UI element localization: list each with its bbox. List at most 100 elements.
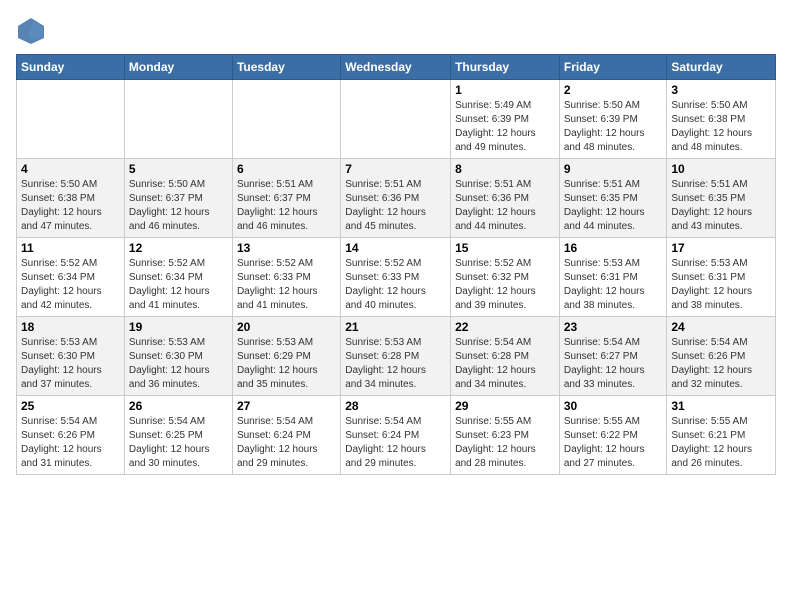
- column-header-thursday: Thursday: [451, 55, 560, 80]
- day-number: 14: [345, 241, 446, 255]
- day-info: Sunrise: 5:53 AM Sunset: 6:30 PM Dayligh…: [21, 336, 120, 392]
- page-header: [16, 16, 776, 46]
- calendar-cell: 23 Sunrise: 5:54 AM Sunset: 6:27 PM Dayli…: [559, 317, 667, 396]
- week-row-4: 18 Sunrise: 5:53 AM Sunset: 6:30 PM Dayli…: [17, 317, 776, 396]
- day-info: Sunrise: 5:50 AM Sunset: 6:38 PM Dayligh…: [671, 99, 771, 155]
- day-number: 22: [455, 320, 555, 334]
- calendar-body: 1 Sunrise: 5:49 AM Sunset: 6:39 PM Daylig…: [17, 80, 776, 475]
- calendar-cell: 25 Sunrise: 5:54 AM Sunset: 6:26 PM Dayli…: [17, 396, 125, 475]
- calendar-cell: 14 Sunrise: 5:52 AM Sunset: 6:33 PM Dayli…: [341, 238, 451, 317]
- day-info: Sunrise: 5:52 AM Sunset: 6:32 PM Dayligh…: [455, 257, 555, 313]
- calendar-header: SundayMondayTuesdayWednesdayThursdayFrid…: [17, 55, 776, 80]
- day-info: Sunrise: 5:55 AM Sunset: 6:23 PM Dayligh…: [455, 415, 555, 471]
- calendar-cell: 28Sunrise: 5:54 AM Sunset: 6:24 PM Dayli…: [341, 396, 451, 475]
- calendar-cell: 3 Sunrise: 5:50 AM Sunset: 6:38 PM Daylig…: [667, 80, 776, 159]
- calendar-cell: 29 Sunrise: 5:55 AM Sunset: 6:23 PM Dayli…: [451, 396, 560, 475]
- day-number: 23: [564, 320, 663, 334]
- day-info: Sunrise: 5:50 AM Sunset: 6:39 PM Dayligh…: [564, 99, 663, 155]
- calendar-table: SundayMondayTuesdayWednesdayThursdayFrid…: [16, 54, 776, 475]
- calendar-cell: 13Sunrise: 5:52 AM Sunset: 6:33 PM Dayli…: [232, 238, 340, 317]
- week-row-2: 4 Sunrise: 5:50 AM Sunset: 6:38 PM Daylig…: [17, 159, 776, 238]
- day-info: Sunrise: 5:50 AM Sunset: 6:38 PM Dayligh…: [21, 178, 120, 234]
- calendar-cell: 6Sunrise: 5:51 AM Sunset: 6:37 PM Daylig…: [232, 159, 340, 238]
- day-info: Sunrise: 5:53 AM Sunset: 6:31 PM Dayligh…: [671, 257, 771, 313]
- day-number: 10: [671, 162, 771, 176]
- day-info: Sunrise: 5:54 AM Sunset: 6:27 PM Dayligh…: [564, 336, 663, 392]
- day-number: 27: [237, 399, 336, 413]
- day-number: 7: [345, 162, 446, 176]
- column-header-saturday: Saturday: [667, 55, 776, 80]
- day-info: Sunrise: 5:52 AM Sunset: 6:33 PM Dayligh…: [345, 257, 446, 313]
- day-info: Sunrise: 5:55 AM Sunset: 6:21 PM Dayligh…: [671, 415, 771, 471]
- day-number: 15: [455, 241, 555, 255]
- day-number: 2: [564, 83, 663, 97]
- calendar-cell: 11Sunrise: 5:52 AM Sunset: 6:34 PM Dayli…: [17, 238, 125, 317]
- day-number: 24: [671, 320, 771, 334]
- calendar-cell: 15 Sunrise: 5:52 AM Sunset: 6:32 PM Dayli…: [451, 238, 560, 317]
- day-number: 1: [455, 83, 555, 97]
- day-info: Sunrise: 5:49 AM Sunset: 6:39 PM Dayligh…: [455, 99, 555, 155]
- day-number: 21: [345, 320, 446, 334]
- day-info: Sunrise: 5:51 AM Sunset: 6:36 PM Dayligh…: [345, 178, 446, 234]
- day-info: Sunrise: 5:52 AM Sunset: 6:34 PM Dayligh…: [129, 257, 228, 313]
- column-header-tuesday: Tuesday: [232, 55, 340, 80]
- calendar-cell: 17 Sunrise: 5:53 AM Sunset: 6:31 PM Dayli…: [667, 238, 776, 317]
- calendar-cell: 21 Sunrise: 5:53 AM Sunset: 6:28 PM Dayli…: [341, 317, 451, 396]
- calendar-cell: 24 Sunrise: 5:54 AM Sunset: 6:26 PM Dayli…: [667, 317, 776, 396]
- column-header-friday: Friday: [559, 55, 667, 80]
- day-number: 30: [564, 399, 663, 413]
- calendar-cell: 10Sunrise: 5:51 AM Sunset: 6:35 PM Dayli…: [667, 159, 776, 238]
- day-info: Sunrise: 5:51 AM Sunset: 6:35 PM Dayligh…: [564, 178, 663, 234]
- calendar-cell: 5 Sunrise: 5:50 AM Sunset: 6:37 PM Daylig…: [124, 159, 232, 238]
- day-number: 20: [237, 320, 336, 334]
- day-number: 5: [129, 162, 228, 176]
- day-number: 19: [129, 320, 228, 334]
- day-number: 29: [455, 399, 555, 413]
- day-number: 4: [21, 162, 120, 176]
- calendar-cell: 12 Sunrise: 5:52 AM Sunset: 6:34 PM Dayli…: [124, 238, 232, 317]
- day-info: Sunrise: 5:53 AM Sunset: 6:28 PM Dayligh…: [345, 336, 446, 392]
- week-row-3: 11 Sunrise: 5:52 AM Sunset: 6:34 PM Dayli…: [17, 238, 776, 317]
- calendar-cell: 1 Sunrise: 5:49 AM Sunset: 6:39 PM Daylig…: [451, 80, 560, 159]
- day-info: Sunrise: 5:55 AM Sunset: 6:22 PM Dayligh…: [564, 415, 663, 471]
- logo: [16, 16, 50, 46]
- day-info: Sunrise: 5:54 AM Sunset: 6:28 PM Dayligh…: [455, 336, 555, 392]
- week-row-1: 1 Sunrise: 5:49 AM Sunset: 6:39 PM Daylig…: [17, 80, 776, 159]
- day-number: 25: [21, 399, 120, 413]
- day-info: Sunrise: 5:54 AM Sunset: 6:26 PM Dayligh…: [671, 336, 771, 392]
- calendar-cell: [124, 80, 232, 159]
- day-number: 18: [21, 320, 120, 334]
- day-number: 17: [671, 241, 771, 255]
- calendar-cell: 27Sunrise: 5:54 AM Sunset: 6:24 PM Dayli…: [232, 396, 340, 475]
- day-number: 11: [21, 241, 120, 255]
- day-number: 26: [129, 399, 228, 413]
- day-info: Sunrise: 5:54 AM Sunset: 6:24 PM Dayligh…: [345, 415, 446, 471]
- calendar-cell: 9Sunrise: 5:51 AM Sunset: 6:35 PM Daylig…: [559, 159, 667, 238]
- day-number: 8: [455, 162, 555, 176]
- day-info: Sunrise: 5:54 AM Sunset: 6:26 PM Dayligh…: [21, 415, 120, 471]
- calendar-cell: 2 Sunrise: 5:50 AM Sunset: 6:39 PM Daylig…: [559, 80, 667, 159]
- calendar-cell: 30 Sunrise: 5:55 AM Sunset: 6:22 PM Dayli…: [559, 396, 667, 475]
- calendar-cell: [341, 80, 451, 159]
- column-header-wednesday: Wednesday: [341, 55, 451, 80]
- column-header-sunday: Sunday: [17, 55, 125, 80]
- day-info: Sunrise: 5:50 AM Sunset: 6:37 PM Dayligh…: [129, 178, 228, 234]
- calendar-cell: 4 Sunrise: 5:50 AM Sunset: 6:38 PM Daylig…: [17, 159, 125, 238]
- calendar-cell: 8Sunrise: 5:51 AM Sunset: 6:36 PM Daylig…: [451, 159, 560, 238]
- calendar-cell: [17, 80, 125, 159]
- day-info: Sunrise: 5:53 AM Sunset: 6:30 PM Dayligh…: [129, 336, 228, 392]
- calendar-cell: 20 Sunrise: 5:53 AM Sunset: 6:29 PM Dayli…: [232, 317, 340, 396]
- calendar-cell: 18 Sunrise: 5:53 AM Sunset: 6:30 PM Dayli…: [17, 317, 125, 396]
- day-info: Sunrise: 5:54 AM Sunset: 6:25 PM Dayligh…: [129, 415, 228, 471]
- column-header-monday: Monday: [124, 55, 232, 80]
- day-info: Sunrise: 5:52 AM Sunset: 6:33 PM Dayligh…: [237, 257, 336, 313]
- day-info: Sunrise: 5:53 AM Sunset: 6:29 PM Dayligh…: [237, 336, 336, 392]
- day-info: Sunrise: 5:53 AM Sunset: 6:31 PM Dayligh…: [564, 257, 663, 313]
- calendar-cell: 16Sunrise: 5:53 AM Sunset: 6:31 PM Dayli…: [559, 238, 667, 317]
- calendar-cell: 22 Sunrise: 5:54 AM Sunset: 6:28 PM Dayli…: [451, 317, 560, 396]
- day-number: 3: [671, 83, 771, 97]
- week-row-5: 25 Sunrise: 5:54 AM Sunset: 6:26 PM Dayli…: [17, 396, 776, 475]
- day-number: 6: [237, 162, 336, 176]
- day-number: 12: [129, 241, 228, 255]
- day-number: 31: [671, 399, 771, 413]
